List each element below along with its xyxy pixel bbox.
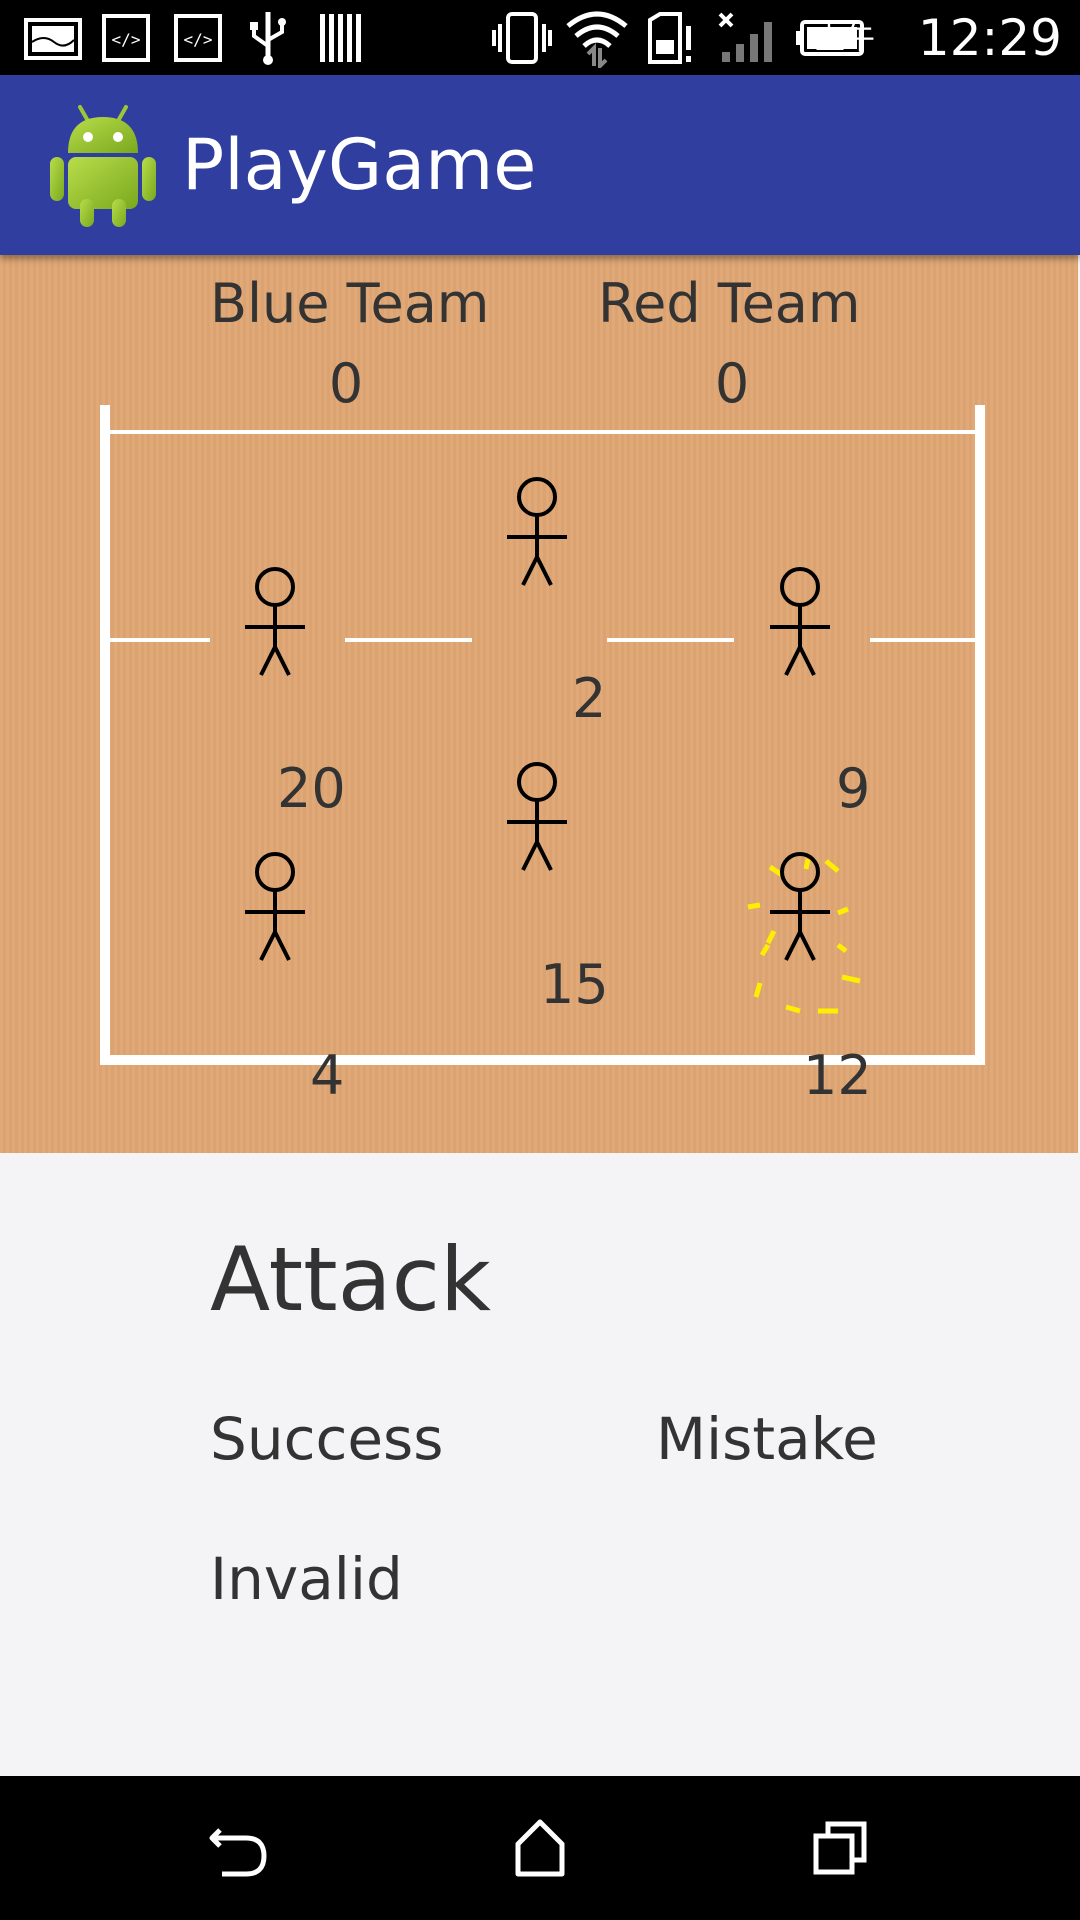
player-number-selected[interactable]: 12: [803, 1044, 872, 1108]
navigation-bar: [0, 1776, 1080, 1920]
player-number[interactable]: 9: [836, 757, 870, 821]
status-ampm: 上午: [815, 22, 875, 57]
status-bar: </> </> 上午 12:29: [0, 0, 1080, 75]
player-number[interactable]: 20: [277, 757, 346, 821]
mistake-button[interactable]: Mistake: [656, 1404, 878, 1474]
recents-icon[interactable]: [800, 1808, 880, 1888]
player-button[interactable]: [235, 850, 315, 970]
barcode-icon: [320, 14, 361, 62]
player-button[interactable]: [760, 565, 840, 685]
wifi-icon: [566, 11, 628, 68]
player-number[interactable]: 15: [540, 953, 609, 1017]
invalid-button[interactable]: Invalid: [210, 1544, 403, 1614]
svg-text:</>: </>: [112, 30, 141, 49]
action-title: Attack: [210, 1228, 491, 1331]
player-button[interactable]: [497, 475, 577, 595]
code-icon: </>: [174, 14, 222, 62]
player-number[interactable]: 2: [572, 667, 606, 731]
android-icon: [50, 105, 156, 227]
sd-card-alert-icon: [648, 12, 691, 64]
code-icon: </>: [102, 14, 150, 62]
player-button[interactable]: [497, 760, 577, 880]
success-button[interactable]: Success: [210, 1404, 443, 1474]
vibrate-icon: [492, 12, 552, 64]
court-area: Blue Team Red Team 0 0 20 2 9 15 4 12: [0, 255, 1078, 1153]
status-time: 12:29: [917, 9, 1062, 67]
player-button[interactable]: [235, 565, 315, 685]
usb-icon: [250, 12, 286, 65]
back-icon[interactable]: [200, 1808, 280, 1888]
image-icon: [24, 18, 82, 60]
app-bar: PlayGame: [0, 75, 1080, 255]
svg-text:</>: </>: [184, 30, 213, 49]
player-number[interactable]: 4: [310, 1044, 344, 1108]
home-icon[interactable]: [500, 1808, 580, 1888]
no-signal-icon: [718, 12, 772, 62]
volleyball-court: [100, 405, 985, 1065]
player-button-selected[interactable]: [760, 850, 840, 970]
app-title: PlayGame: [182, 124, 537, 206]
